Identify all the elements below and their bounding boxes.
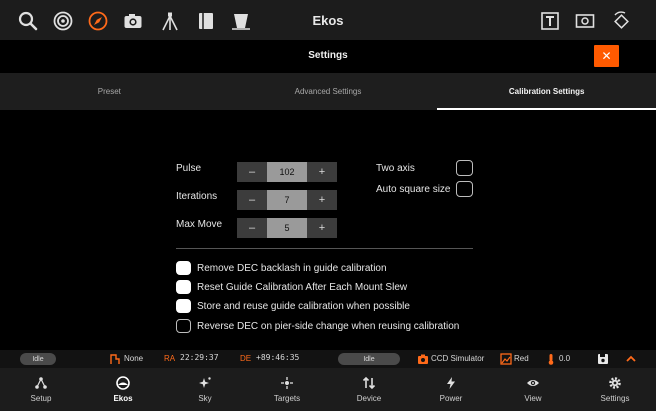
pulse-label: Pulse xyxy=(176,163,202,174)
de-label: DE xyxy=(240,354,252,363)
auto-square-size-label: Auto square size xyxy=(376,184,451,195)
max-move-stepper: – 5 + xyxy=(237,218,337,238)
tracking-status: None xyxy=(124,354,144,363)
ra-value: 22:29:37 xyxy=(180,353,219,362)
nav-label-settings: Settings xyxy=(600,394,630,403)
nav-item-setup[interactable]: Setup xyxy=(0,368,82,411)
remove-dec-backlash-option[interactable]: Remove DEC backlash in guide calibration xyxy=(176,260,387,276)
camera-name: CCD Simulator xyxy=(431,354,485,363)
tab-advanced-settings[interactable]: Advanced Settings xyxy=(219,73,438,110)
device-icon xyxy=(362,376,376,390)
iterations-increment-button[interactable]: + xyxy=(307,190,337,210)
pulse-increment-button[interactable]: + xyxy=(307,162,337,182)
search-icon[interactable] xyxy=(17,10,39,32)
two-axis-label: Two axis xyxy=(376,163,415,174)
remove-dec-backlash-label: Remove DEC backlash in guide calibration xyxy=(197,262,387,274)
image-frame-icon[interactable] xyxy=(574,10,596,32)
nav-label-power: Power xyxy=(439,394,463,403)
settings-title: Settings xyxy=(308,50,348,61)
auto-square-size-checkbox[interactable] xyxy=(456,181,473,197)
iterations-label: Iterations xyxy=(176,191,218,202)
camera-status-icon xyxy=(418,354,428,364)
divider xyxy=(176,248,473,249)
tab-calibration-settings[interactable]: Calibration Settings xyxy=(437,73,656,110)
settings-tabs: Preset Advanced Settings Calibration Set… xyxy=(0,73,656,110)
settings-header: Settings xyxy=(0,40,656,73)
nav-label-sky: Sky xyxy=(198,394,212,403)
nav-item-settings[interactable]: Settings xyxy=(574,368,656,411)
targets-icon xyxy=(281,377,293,389)
tab-preset[interactable]: Preset xyxy=(0,73,219,110)
nav-label-ekos: Ekos xyxy=(113,394,133,403)
power-icon xyxy=(447,377,455,389)
settings-icon xyxy=(609,377,621,389)
pulse-value[interactable]: 102 xyxy=(267,162,307,182)
nav-item-view[interactable]: View xyxy=(492,368,574,411)
store-reuse-calibration-option[interactable]: Store and reuse guide calibration when p… xyxy=(176,298,410,314)
nav-item-device[interactable]: Device xyxy=(328,368,410,411)
max-move-decrement-button[interactable]: – xyxy=(237,218,267,238)
close-button[interactable]: ✕ xyxy=(594,45,619,67)
mount-status-badge: Idle xyxy=(20,353,56,365)
iterations-decrement-button[interactable]: – xyxy=(237,190,267,210)
camera-status-badge: Idle xyxy=(338,353,400,365)
compass-icon[interactable] xyxy=(87,10,109,32)
status-bar: Idle None RA 22:29:37 DE +89:46:35 Idle … xyxy=(0,350,656,368)
filter-name: Red xyxy=(514,354,529,363)
max-move-increment-button[interactable]: + xyxy=(307,218,337,238)
sky-icon xyxy=(199,377,211,388)
chevron-up-icon[interactable] xyxy=(625,353,637,365)
reverse-dec-checkbox[interactable] xyxy=(176,319,191,333)
reset-guide-calibration-checkbox[interactable] xyxy=(176,280,191,294)
pulse-stepper: – 102 + xyxy=(237,162,337,182)
temperature-value: 0.0 xyxy=(559,354,571,363)
remove-dec-backlash-checkbox[interactable] xyxy=(176,261,191,275)
notebook-icon[interactable] xyxy=(195,10,217,32)
store-reuse-calibration-label: Store and reuse guide calibration when p… xyxy=(197,300,410,312)
reverse-dec-label: Reverse DEC on pier-side change when reu… xyxy=(197,320,460,332)
two-axis-checkbox[interactable] xyxy=(456,160,473,176)
rotate-icon[interactable] xyxy=(610,10,632,32)
pulse-decrement-button[interactable]: – xyxy=(237,162,267,182)
tracking-icon xyxy=(110,354,120,364)
iterations-stepper: – 7 + xyxy=(237,190,337,210)
iterations-value[interactable]: 7 xyxy=(267,190,307,210)
text-frame-icon[interactable] xyxy=(539,10,561,32)
bottom-nav: Setup Ekos Sky Targets Device Power View… xyxy=(0,368,656,411)
nav-item-sky[interactable]: Sky xyxy=(164,368,246,411)
nav-item-power[interactable]: Power xyxy=(410,368,492,411)
nav-label-setup: Setup xyxy=(30,394,52,403)
view-icon xyxy=(527,380,539,386)
max-move-value[interactable]: 5 xyxy=(267,218,307,238)
thermometer-icon xyxy=(548,354,554,365)
reverse-dec-option[interactable]: Reverse DEC on pier-side change when reu… xyxy=(176,318,459,334)
de-value: +89:46:35 xyxy=(256,353,300,362)
filter-status-icon xyxy=(500,353,512,365)
save-icon[interactable] xyxy=(597,353,609,365)
tripod-icon[interactable] xyxy=(159,10,181,32)
reset-guide-calibration-label: Reset Guide Calibration After Each Mount… xyxy=(197,281,408,293)
setup-icon xyxy=(35,377,47,389)
max-move-label: Max Move xyxy=(176,219,223,230)
camera-icon[interactable] xyxy=(122,10,144,32)
store-reuse-calibration-checkbox[interactable] xyxy=(176,299,191,313)
nav-label-targets: Targets xyxy=(273,394,301,403)
filter-icon[interactable] xyxy=(230,10,252,32)
ekos-icon xyxy=(116,376,130,390)
nav-label-device: Device xyxy=(356,394,382,403)
reset-guide-calibration-option[interactable]: Reset Guide Calibration After Each Mount… xyxy=(176,279,407,295)
nav-label-view: View xyxy=(524,394,542,403)
nav-item-targets[interactable]: Targets xyxy=(246,368,328,411)
top-toolbar: Ekos xyxy=(0,0,656,40)
target-icon[interactable] xyxy=(52,10,74,32)
nav-item-ekos[interactable]: Ekos xyxy=(82,368,164,411)
ra-label: RA xyxy=(164,354,176,363)
